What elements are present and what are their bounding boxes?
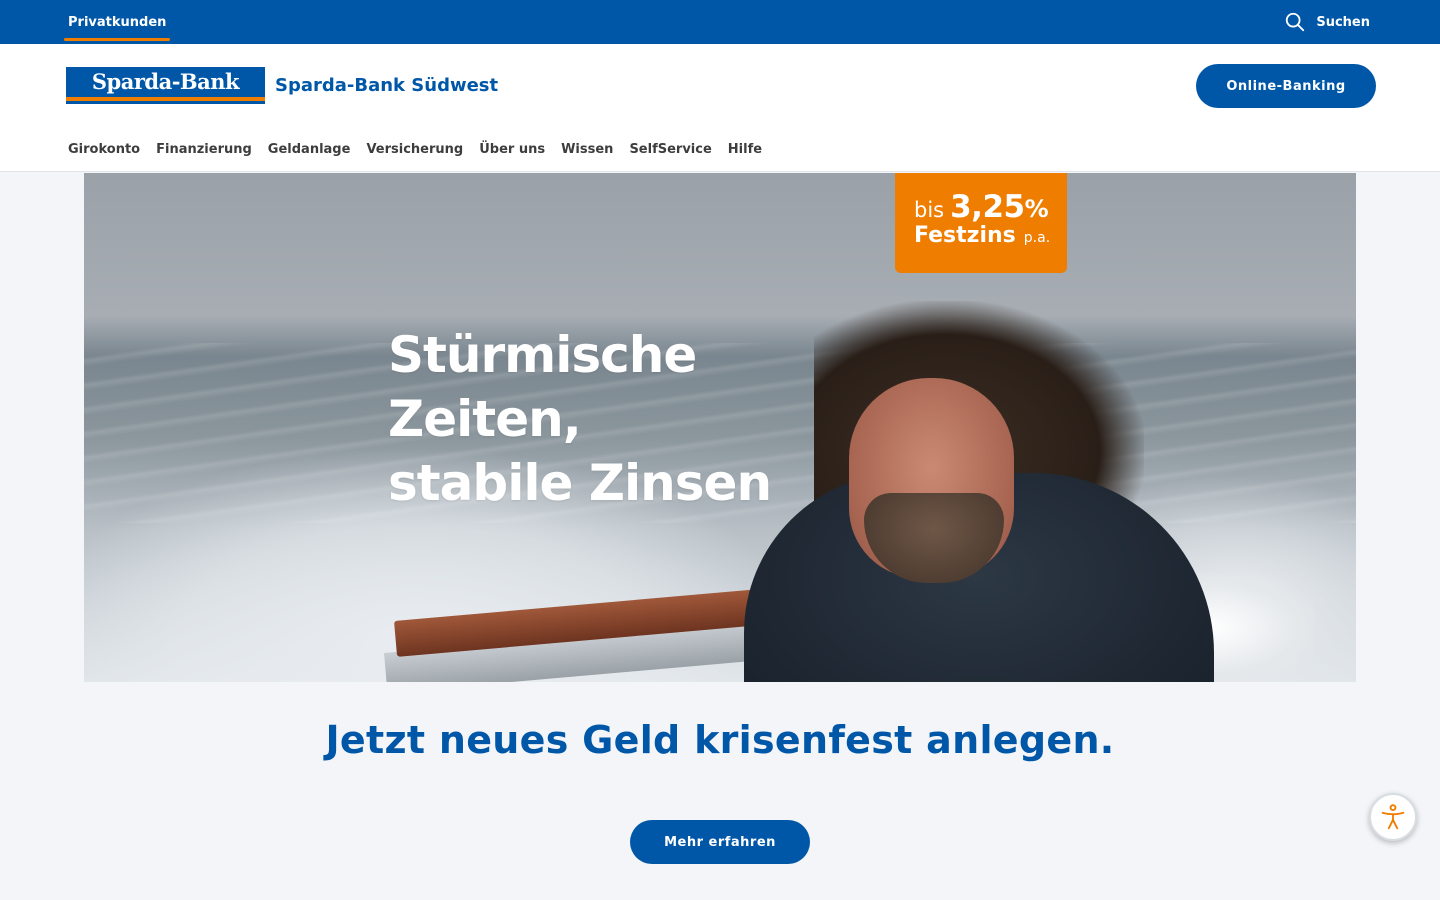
brand-name[interactable]: Sparda-Bank Südwest [275, 75, 498, 96]
nav-item-ueber-uns[interactable]: Über uns [479, 142, 545, 157]
nav-item-versicherung[interactable]: Versicherung [366, 142, 463, 157]
nav-item-selfservice[interactable]: SelfService [629, 142, 711, 157]
hero-headline-line-3: stabile Zinsen [388, 454, 772, 512]
badge-label: Festzins [914, 223, 1016, 248]
segment-label: Privatkunden [68, 14, 167, 30]
hero-headline-line-2: Zeiten, [388, 390, 582, 448]
online-banking-button[interactable]: Online-Banking [1196, 64, 1376, 108]
nav-item-hilfe[interactable]: Hilfe [728, 142, 762, 157]
cta-headline: Jetzt neues Geld krisenfest anlegen. [325, 718, 1115, 762]
accessibility-button[interactable] [1369, 793, 1417, 841]
accessibility-icon [1381, 804, 1405, 830]
mehr-erfahren-button[interactable]: Mehr erfahren [630, 820, 810, 864]
active-segment-indicator [64, 38, 170, 41]
interest-rate-badge: bis 3,25% Festzins p.a. [895, 173, 1067, 273]
badge-prefix: bis [914, 198, 945, 222]
top-bar: Privatkunden Suchen [0, 0, 1440, 44]
nav-item-wissen[interactable]: Wissen [561, 142, 613, 157]
site-header: Sparda-Bank Sparda-Bank Südwest Online-B… [0, 44, 1440, 172]
logo-stripe [66, 97, 265, 101]
logo-wordmark: Sparda-Bank [91, 69, 240, 94]
main-navigation: Girokonto Finanzierung Geldanlage Versic… [68, 142, 762, 157]
badge-suffix: p.a. [1023, 230, 1051, 246]
hero-banner[interactable]: Stürmische Zeiten, stabile Zinsen bis 3,… [84, 173, 1356, 682]
nav-item-girokonto[interactable]: Girokonto [68, 142, 140, 157]
search-icon [1286, 12, 1305, 32]
nav-item-finanzierung[interactable]: Finanzierung [156, 142, 252, 157]
nav-item-geldanlage[interactable]: Geldanlage [268, 142, 351, 157]
hero-headline: Stürmische Zeiten, stabile Zinsen [388, 323, 772, 515]
hero-headline-line-1: Stürmische [388, 326, 697, 384]
badge-rate: 3,25 [950, 189, 1025, 225]
search-button[interactable]: Suchen [1284, 0, 1370, 44]
search-label: Suchen [1316, 14, 1370, 30]
sparda-bank-logo[interactable]: Sparda-Bank [66, 67, 265, 104]
badge-percent: % [1024, 195, 1049, 223]
